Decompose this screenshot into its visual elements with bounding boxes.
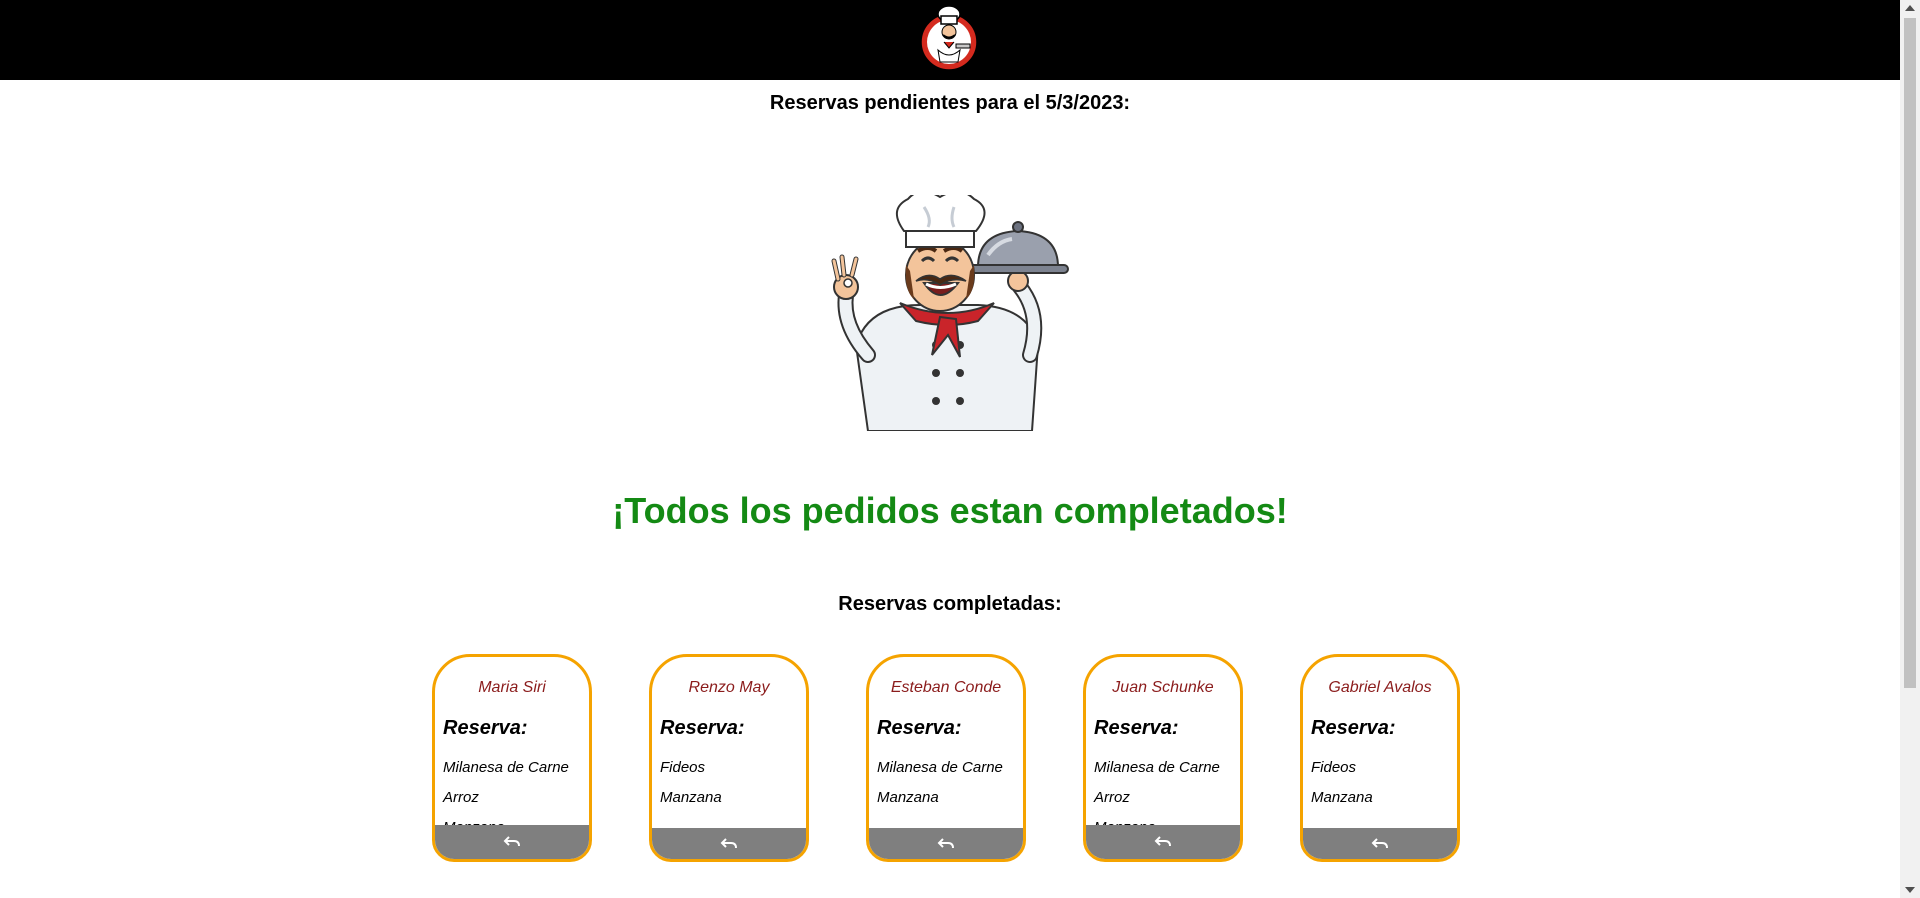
completed-reservations-title: Reservas completadas: [838,593,1062,615]
reservation-card: Juan Schunke Reserva: Milanesa de Carne … [1083,654,1243,862]
vertical-scrollbar[interactable] [1900,0,1920,898]
reservation-items: Fideos Manzana [660,753,722,813]
scrollbar-thumb[interactable] [1904,18,1916,688]
reservation-item: Fideos [660,759,706,776]
undo-button[interactable] [1303,828,1457,859]
reservation-item: Milanesa de Carne [877,759,1003,776]
top-bar [0,0,1900,80]
reservation-items: Fideos Manzana [1311,753,1373,813]
chef-logo-icon[interactable] [918,2,980,72]
all-orders-completed-message: ¡Todos los pedidos estan completados! [612,490,1288,531]
reservation-card: Gabriel Avalos Reserva: Fideos Manzana [1300,654,1460,862]
customer-name: Esteban Conde [890,679,1002,696]
reservation-item: Arroz [1094,789,1130,806]
reservation-items: Milanesa de Carne Manzana [877,753,1003,813]
undo-button[interactable] [652,828,806,859]
scroll-down-icon[interactable] [1905,887,1915,893]
reservation-item: Manzana [877,789,939,806]
reservation-card: Esteban Conde Reserva: Milanesa de Carne… [866,654,1026,862]
pending-reservations-title: Reservas pendientes para el 5/3/2023: [769,92,1131,114]
customer-name: Juan Schunke [1112,679,1214,696]
undo-icon [1371,837,1388,848]
reservation-label: Reserva: [443,717,528,739]
undo-icon [937,837,954,848]
undo-icon [503,836,520,847]
reservation-item: Fideos [1311,759,1357,776]
reservation-label: Reserva: [660,717,745,739]
undo-icon [1154,836,1171,847]
customer-name: Maria Siri [478,679,546,696]
customer-name: Renzo May [688,679,770,696]
undo-button[interactable] [435,825,589,859]
chef-with-cloche-illustration [831,195,1069,431]
undo-button[interactable] [869,828,1023,859]
undo-icon [720,837,737,848]
reservation-card: Maria Siri Reserva: Milanesa de Carne Ar… [432,654,592,862]
reservation-item: Milanesa de Carne [1094,759,1220,776]
scroll-up-icon[interactable] [1905,5,1915,11]
reservation-item: Manzana [660,789,722,806]
customer-name: Gabriel Avalos [1328,679,1432,696]
reservation-label: Reserva: [877,717,962,739]
reservation-item: Manzana [1311,789,1373,806]
reservation-item: Milanesa de Carne [443,759,569,776]
undo-button[interactable] [1086,825,1240,859]
reservation-card: Renzo May Reserva: Fideos Manzana [649,654,809,862]
reservation-item: Arroz [443,789,479,806]
reservation-label: Reserva: [1311,717,1396,739]
reservation-label: Reserva: [1094,717,1179,739]
